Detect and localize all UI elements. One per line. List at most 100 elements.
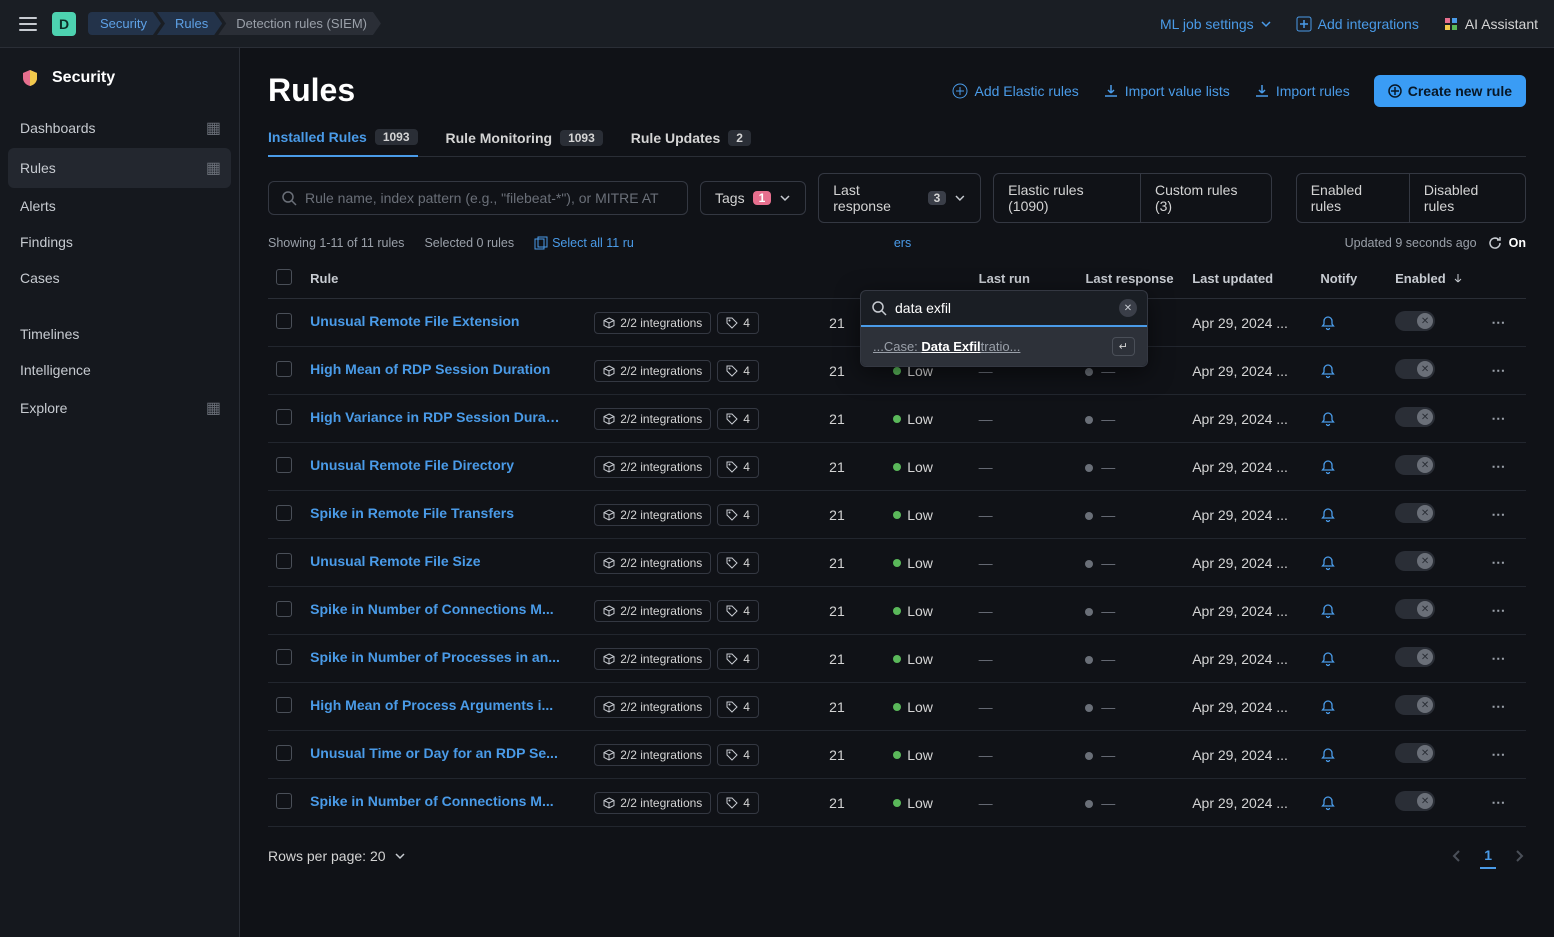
import-rules-link[interactable]: Import rules (1254, 83, 1350, 99)
row-actions-menu[interactable]: ⋯ (1491, 410, 1507, 426)
nav-toggle[interactable] (16, 12, 40, 36)
integrations-badge[interactable]: 2/2 integrations (594, 312, 711, 334)
enabled-toggle[interactable]: ✕ (1395, 695, 1435, 715)
sidebar-item-explore[interactable]: Explore▦ (0, 388, 239, 428)
tag-count-badge[interactable]: 4 (717, 408, 759, 430)
notify-bell[interactable] (1320, 651, 1379, 667)
notify-bell[interactable] (1320, 363, 1379, 379)
enabled-toggle[interactable]: ✕ (1395, 311, 1435, 331)
row-actions-menu[interactable]: ⋯ (1491, 746, 1507, 762)
breadcrumb-security[interactable]: Security (88, 12, 161, 35)
rule-search-input[interactable]: Rule name, index pattern (e.g., "filebea… (268, 181, 688, 215)
breadcrumb-rules[interactable]: Rules (157, 12, 222, 35)
notify-bell[interactable] (1320, 699, 1379, 715)
row-checkbox[interactable] (276, 553, 292, 569)
notify-bell[interactable] (1320, 795, 1379, 811)
integrations-badge[interactable]: 2/2 integrations (594, 792, 711, 814)
enabled-toggle[interactable]: ✕ (1395, 647, 1435, 667)
tab-rule-monitoring[interactable]: Rule Monitoring1093 (446, 129, 603, 156)
col-notify[interactable]: Notify (1312, 259, 1387, 299)
tag-count-badge[interactable]: 4 (717, 312, 759, 334)
sidebar-item-alerts[interactable]: Alerts (0, 188, 239, 224)
row-checkbox[interactable] (276, 313, 292, 329)
integrations-badge[interactable]: 2/2 integrations (594, 696, 711, 718)
row-actions-menu[interactable]: ⋯ (1491, 794, 1507, 810)
disabled-rules-seg[interactable]: Disabled rules (1410, 174, 1525, 222)
rows-per-page[interactable]: Rows per page: 20 (268, 848, 406, 864)
enabled-toggle[interactable]: ✕ (1395, 599, 1435, 619)
sidebar-item-timelines[interactable]: Timelines (0, 316, 239, 352)
clear-search[interactable]: ✕ (1119, 299, 1137, 317)
enabled-toggle[interactable]: ✕ (1395, 455, 1435, 475)
sidebar-item-findings[interactable]: Findings (0, 224, 239, 260)
row-checkbox[interactable] (276, 745, 292, 761)
row-checkbox[interactable] (276, 505, 292, 521)
enabled-toggle[interactable]: ✕ (1395, 791, 1435, 811)
rule-name-link[interactable]: Spike in Remote File Transfers (310, 505, 514, 521)
col-lastupdated[interactable]: Last updated (1184, 259, 1312, 299)
row-checkbox[interactable] (276, 601, 292, 617)
integrations-badge[interactable]: 2/2 integrations (594, 600, 711, 622)
rule-name-link[interactable]: Spike in Number of Connections M... (310, 793, 553, 809)
row-actions-menu[interactable]: ⋯ (1491, 458, 1507, 474)
row-checkbox[interactable] (276, 409, 292, 425)
add-elastic-rules-link[interactable]: Add Elastic rules (952, 83, 1078, 99)
clear-filters-fragment[interactable]: ers (894, 236, 911, 250)
integrations-badge[interactable]: 2/2 integrations (594, 552, 711, 574)
row-actions-menu[interactable]: ⋯ (1491, 314, 1507, 330)
rule-name-link[interactable]: Unusual Remote File Size (310, 553, 480, 569)
import-value-lists-link[interactable]: Import value lists (1103, 83, 1230, 99)
rule-name-link[interactable]: High Mean of RDP Session Duration (310, 361, 550, 377)
ml-job-settings[interactable]: ML job settings (1160, 16, 1272, 32)
row-actions-menu[interactable]: ⋯ (1491, 554, 1507, 570)
enabled-toggle[interactable]: ✕ (1395, 503, 1435, 523)
rule-name-link[interactable]: High Mean of Process Arguments i... (310, 697, 553, 713)
rule-name-link[interactable]: High Variance in RDP Session Durat... (310, 409, 560, 425)
tags-filter[interactable]: Tags 1 (700, 181, 806, 215)
integrations-badge[interactable]: 2/2 integrations (594, 648, 711, 670)
row-actions-menu[interactable]: ⋯ (1491, 698, 1507, 714)
enabled-toggle[interactable]: ✕ (1395, 407, 1435, 427)
rule-name-link[interactable]: Spike in Number of Processes in an... (310, 649, 560, 665)
row-actions-menu[interactable]: ⋯ (1491, 506, 1507, 522)
tag-count-badge[interactable]: 4 (717, 792, 759, 814)
notify-bell[interactable] (1320, 555, 1379, 571)
integrations-badge[interactable]: 2/2 integrations (594, 504, 711, 526)
notify-bell[interactable] (1320, 411, 1379, 427)
custom-rules-seg[interactable]: Custom rules (3) (1141, 174, 1271, 222)
row-actions-menu[interactable]: ⋯ (1491, 362, 1507, 378)
select-all-checkbox[interactable] (276, 269, 292, 285)
notify-bell[interactable] (1320, 315, 1379, 331)
sidebar-item-dashboards[interactable]: Dashboards▦ (0, 108, 239, 148)
integrations-badge[interactable]: 2/2 integrations (594, 744, 711, 766)
sidebar-item-intelligence[interactable]: Intelligence (0, 352, 239, 388)
tag-count-badge[interactable]: 4 (717, 360, 759, 382)
row-checkbox[interactable] (276, 697, 292, 713)
notify-bell[interactable] (1320, 747, 1379, 763)
col-rule[interactable]: Rule (302, 259, 586, 299)
sidebar-header[interactable]: Security (0, 68, 239, 108)
elastic-rules-seg[interactable]: Elastic rules (1090) (994, 174, 1141, 222)
tag-count-badge[interactable]: 4 (717, 552, 759, 574)
col-enabled[interactable]: Enabled (1387, 259, 1483, 299)
tag-count-badge[interactable]: 4 (717, 600, 759, 622)
add-integrations-link[interactable]: Add integrations (1296, 16, 1419, 32)
sidebar-item-rules[interactable]: Rules▦ (8, 148, 231, 188)
notify-bell[interactable] (1320, 603, 1379, 619)
prev-page[interactable] (1450, 849, 1464, 863)
tag-count-badge[interactable]: 4 (717, 744, 759, 766)
ai-assistant-link[interactable]: AI Assistant (1443, 16, 1538, 32)
enabled-toggle[interactable]: ✕ (1395, 359, 1435, 379)
tag-count-badge[interactable]: 4 (717, 504, 759, 526)
rule-name-link[interactable]: Unusual Remote File Extension (310, 313, 519, 329)
rule-name-link[interactable]: Spike in Number of Connections M... (310, 601, 553, 617)
rule-name-link[interactable]: Unusual Time or Day for an RDP Se... (310, 745, 558, 761)
tag-search-input[interactable] (895, 300, 1111, 316)
create-new-rule-button[interactable]: Create new rule (1374, 75, 1526, 107)
search-suggestion[interactable]: ...Case: Data Exfiltratio... ↵ (861, 327, 1147, 366)
row-checkbox[interactable] (276, 793, 292, 809)
tag-count-badge[interactable]: 4 (717, 696, 759, 718)
row-actions-menu[interactable]: ⋯ (1491, 602, 1507, 618)
select-all-link[interactable]: Select all 11 ru (534, 236, 634, 250)
integrations-badge[interactable]: 2/2 integrations (594, 360, 711, 382)
